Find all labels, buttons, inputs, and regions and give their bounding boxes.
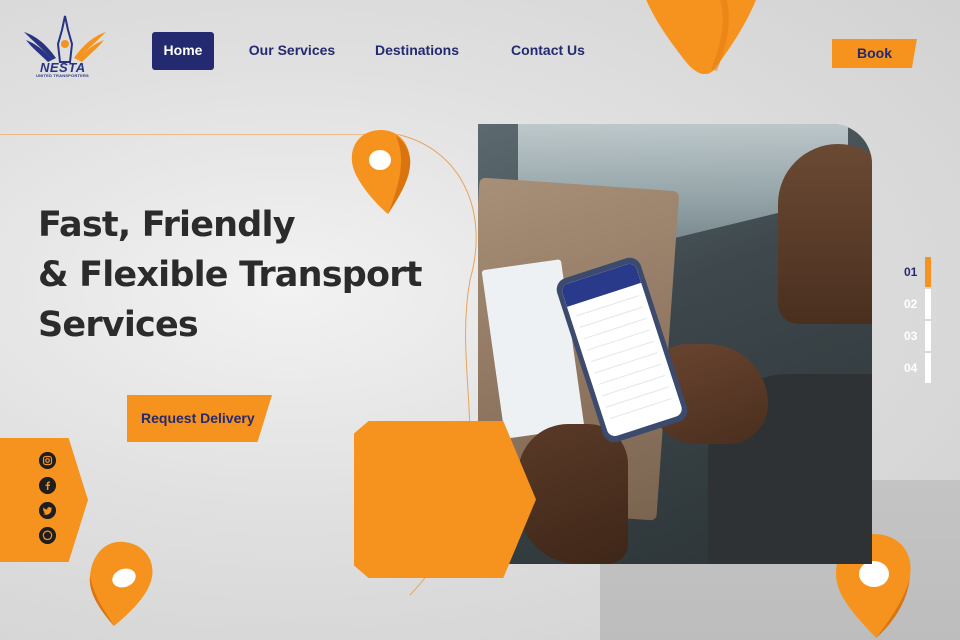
left-hand	[518, 424, 628, 564]
slide-bar-4[interactable]	[925, 353, 931, 383]
hero-photo	[478, 124, 872, 564]
slide-bar-3[interactable]	[925, 321, 931, 351]
hero-title-line: Services	[38, 305, 199, 345]
landing-page: NESTA UNITED TRANSPORTERS Home Our Servi…	[0, 0, 960, 640]
map-pin-icon	[89, 541, 153, 626]
instagram-icon[interactable]	[39, 452, 56, 469]
slide-bar-1[interactable]	[925, 257, 931, 287]
request-delivery-button[interactable]: Request Delivery	[127, 395, 272, 442]
person-head	[778, 144, 872, 324]
hero-title: Fast, Friendly & Flexible Transport Serv…	[38, 200, 438, 350]
hero-title-line: & Flexible Transport	[38, 255, 422, 295]
slide-indicator-1[interactable]: 01	[904, 262, 924, 282]
nav-our-services[interactable]: Our Services	[244, 32, 340, 70]
slide-bar-2[interactable]	[925, 289, 931, 319]
nav-destinations[interactable]: Destinations	[372, 32, 462, 70]
hero-title-line: Fast, Friendly	[38, 205, 296, 245]
decorative-line	[0, 134, 400, 135]
slide-indicator-3[interactable]: 03	[904, 326, 924, 346]
facebook-icon[interactable]	[39, 477, 56, 494]
nav-home[interactable]: Home	[152, 32, 214, 70]
map-pin-icon	[646, 0, 757, 74]
brand-tagline: UNITED TRANSPORTERS	[36, 73, 89, 78]
nav-contact-us[interactable]: Contact Us	[508, 32, 588, 70]
slide-indicator-4[interactable]: 04	[904, 358, 924, 378]
decorative-hexagon	[354, 421, 536, 578]
whatsapp-icon[interactable]	[39, 527, 56, 544]
book-button[interactable]: Book	[832, 39, 917, 68]
twitter-icon[interactable]	[39, 502, 56, 519]
slide-indicator-2[interactable]: 02	[904, 294, 924, 314]
